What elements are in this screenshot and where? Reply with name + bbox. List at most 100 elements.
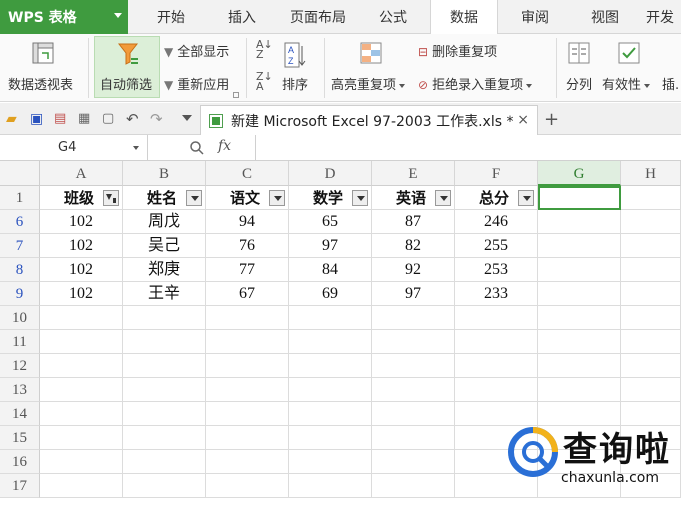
insert-dropdown-button[interactable]: 插. [660,36,681,98]
sheet-cell[interactable] [123,450,206,474]
sheet-cell[interactable] [538,234,621,258]
row-header[interactable]: 11 [0,330,40,354]
sheet-cell[interactable] [538,210,621,234]
sheet-cell[interactable] [40,306,123,330]
row-header[interactable]: 16 [0,450,40,474]
sheet-cell[interactable] [538,354,621,378]
sheet-cell[interactable] [289,426,372,450]
sheet-cell[interactable]: 102 [40,282,123,306]
sheet-cell[interactable] [372,378,455,402]
sort-ascending-button[interactable]: A↓ Z [256,39,274,60]
sheet-cell[interactable]: 82 [372,234,455,258]
sheet-cell[interactable] [538,306,621,330]
filter-dropdown-icon[interactable] [518,190,534,206]
sheet-cell[interactable] [289,378,372,402]
sheet-cell[interactable] [206,306,289,330]
sheet-cell[interactable] [372,474,455,498]
sheet-cell[interactable]: 65 [289,210,372,234]
sheet-cell[interactable] [372,450,455,474]
sheet-cell[interactable] [621,282,681,306]
sheet-cell[interactable] [40,330,123,354]
row-header[interactable]: 15 [0,426,40,450]
sheet-cell[interactable] [206,450,289,474]
export-pdf-icon[interactable]: ▤ [54,111,70,127]
row-header[interactable]: 7 [0,234,40,258]
filter-dropdown-icon[interactable] [352,190,368,206]
sheet-cell[interactable] [123,474,206,498]
pivot-table-button[interactable]: 数据透视表 [4,36,84,98]
row-header[interactable]: 9 [0,282,40,306]
sheet-cell[interactable] [40,402,123,426]
sheet-cell[interactable] [621,210,681,234]
sheet-cell[interactable] [123,378,206,402]
save-icon[interactable]: ▣ [30,111,46,127]
redo-icon[interactable]: ↷ [150,111,166,127]
sheet-cell[interactable] [123,306,206,330]
sheet-cell[interactable] [621,186,681,210]
sheet-cell[interactable] [621,378,681,402]
sheet-cell[interactable] [455,306,538,330]
row-header[interactable]: 12 [0,354,40,378]
sheet-cell[interactable] [40,354,123,378]
active-filter-dropdown-icon[interactable] [103,190,119,206]
row-header[interactable]: 10 [0,306,40,330]
sheet-cell[interactable] [123,402,206,426]
sheet-cell[interactable] [289,330,372,354]
sheet-cell[interactable] [455,330,538,354]
sheet-cell[interactable] [538,258,621,282]
sheet-cell[interactable]: 97 [372,282,455,306]
dialog-launcher-icon[interactable] [233,92,239,98]
column-title-cell[interactable]: 语文 [206,186,289,210]
undo-icon[interactable]: ↶ [126,111,142,127]
data-validation-button[interactable]: 有效性 [600,36,656,98]
tab-formulas[interactable]: 公式 [362,0,424,34]
name-box[interactable]: G4 [0,135,148,161]
sheet-cell[interactable] [372,402,455,426]
row-header[interactable]: 1 [0,186,40,210]
sheet-cell[interactable]: 87 [372,210,455,234]
sheet-cell[interactable] [123,330,206,354]
select-all-corner[interactable] [0,161,40,186]
sheet-cell[interactable] [455,354,538,378]
customize-toolbar-icon[interactable] [182,115,192,121]
sheet-cell[interactable] [123,354,206,378]
sheet-cell[interactable] [621,258,681,282]
sheet-cell[interactable] [538,378,621,402]
document-tab[interactable]: 新建 Microsoft Excel 97-2003 工作表.xls * × [200,105,538,135]
sheet-cell[interactable] [289,402,372,426]
sheet-cell[interactable] [621,354,681,378]
sheet-cell[interactable] [289,306,372,330]
sheet-cell[interactable] [372,306,455,330]
column-title-cell[interactable]: 姓名 [123,186,206,210]
reapply-button[interactable]: ▼ 重新应用 [164,74,229,93]
sheet-cell[interactable] [206,354,289,378]
sheet-cell[interactable]: 233 [455,282,538,306]
sheet-cell[interactable] [206,402,289,426]
tab-review[interactable]: 审阅 [504,0,566,34]
wps-app-menu-button[interactable]: WPS 表格 [0,0,128,34]
column-header[interactable]: H [621,161,681,186]
tab-view[interactable]: 视图 [574,0,636,34]
sheet-cell[interactable]: 94 [206,210,289,234]
sheet-cell[interactable] [206,378,289,402]
row-header[interactable]: 8 [0,258,40,282]
close-tab-icon[interactable]: × [517,112,529,128]
sheet-cell[interactable] [206,426,289,450]
column-header[interactable]: G [538,161,621,186]
auto-filter-button[interactable]: 自动筛选 [94,36,160,98]
sheet-cell[interactable]: 97 [289,234,372,258]
sheet-cell[interactable]: 吴己 [123,234,206,258]
print-preview-icon[interactable]: ▢ [102,111,118,127]
new-tab-icon[interactable]: + [544,109,559,130]
sheet-cell[interactable] [40,378,123,402]
reject-duplicates-button[interactable]: ⊘ 拒绝录入重复项 [418,74,533,93]
row-header[interactable]: 17 [0,474,40,498]
sheet-cell[interactable] [538,330,621,354]
zoom-search-icon[interactable] [190,141,204,155]
open-folder-icon[interactable]: ▰ [6,111,22,127]
sheet-cell[interactable]: 67 [206,282,289,306]
sheet-cell[interactable] [289,450,372,474]
column-header[interactable]: E [372,161,455,186]
sheet-cell[interactable] [621,234,681,258]
sheet-cell[interactable] [289,474,372,498]
